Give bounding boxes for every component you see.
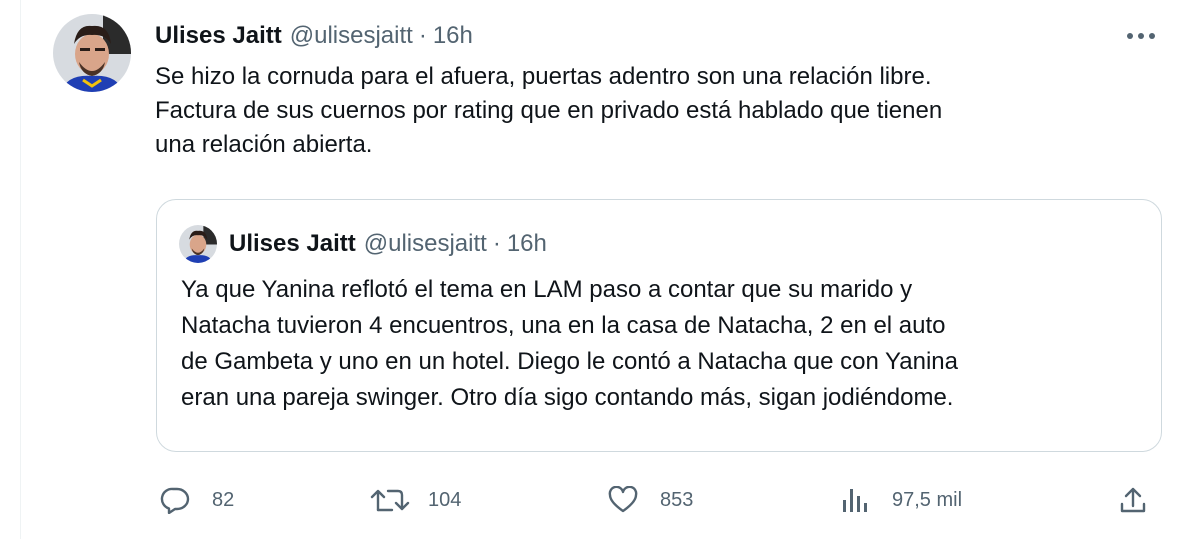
author-name[interactable]: Ulises Jaitt — [155, 22, 282, 50]
tweet-action-bar: 82 104 853 97,5 mil — [0, 478, 1200, 522]
retweet-button[interactable]: 104 — [370, 478, 461, 522]
more-dots-icon — [1127, 33, 1155, 39]
like-count: 853 — [660, 488, 694, 511]
author-avatar[interactable] — [53, 14, 131, 92]
heart-icon — [608, 486, 638, 513]
retweet-icon — [370, 489, 410, 512]
quoted-author-name: Ulises Jaitt — [229, 230, 356, 257]
quoted-author-handle: @ulisesjaitt — [363, 230, 487, 257]
like-button[interactable]: 853 — [608, 478, 693, 522]
quoted-tweet-card[interactable]: Ulises Jaitt @ulisesjaitt · 16h Ya que Y… — [156, 199, 1162, 452]
share-icon — [1120, 487, 1146, 513]
separator-dot: · — [418, 22, 427, 49]
reply-count: 82 — [212, 488, 235, 511]
quoted-tweet-text: Ya que Yanina reflotó el tema en LAM pas… — [181, 276, 958, 411]
timeline-border — [20, 0, 21, 539]
retweet-count: 104 — [428, 488, 462, 511]
more-options-button[interactable] — [1124, 24, 1158, 48]
reply-button[interactable]: 82 — [160, 478, 234, 522]
tweet-time[interactable]: 16h — [433, 22, 473, 50]
quoted-tweet-header: Ulises Jaitt @ulisesjaitt · 16h — [229, 228, 547, 260]
quoted-tweet-time: 16h — [506, 230, 547, 257]
views-button[interactable]: 97,5 mil — [840, 478, 962, 522]
tweet-text: Se hizo la cornuda para el afuera, puert… — [155, 63, 943, 158]
views-chart-icon — [843, 489, 867, 512]
quoted-separator-dot: · — [492, 230, 501, 257]
views-count: 97,5 mil — [892, 488, 963, 511]
quoted-author-avatar — [179, 225, 217, 263]
share-button[interactable] — [1118, 478, 1148, 522]
author-handle[interactable]: @ulisesjaitt — [290, 22, 413, 50]
tweet-header: Ulises Jaitt @ulisesjaitt · 16h — [155, 20, 473, 52]
reply-icon — [160, 487, 190, 514]
